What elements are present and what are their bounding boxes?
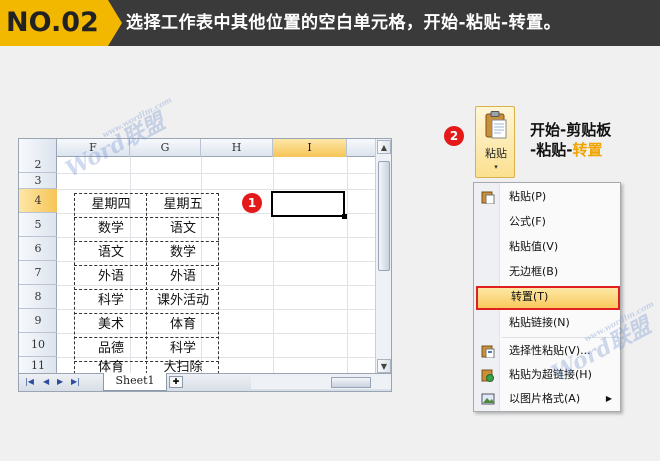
- step-badge-2: 2: [444, 126, 464, 146]
- insert-sheet-icon[interactable]: ✚: [169, 376, 183, 388]
- cell-g9[interactable]: 体育: [147, 313, 219, 337]
- row-header-7[interactable]: 7: [19, 261, 57, 285]
- menu-item-label: 公式(F): [509, 215, 546, 228]
- menu-item-no-borders[interactable]: 无边框(B): [476, 261, 620, 283]
- menu-item-paste-hyperlink[interactable]: 粘贴为超链接(H): [476, 364, 620, 386]
- chevron-down-icon[interactable]: ▾: [476, 163, 516, 171]
- prev-sheet-icon[interactable]: ◀: [43, 377, 49, 386]
- row-headers: 2 3 4 5 6 7 8 9 10 11: [19, 139, 57, 375]
- row-header-10[interactable]: 10: [19, 333, 57, 357]
- cell-g10[interactable]: 科学: [147, 337, 219, 361]
- step-number: NO.02: [0, 0, 108, 46]
- menu-item-label: 转置(T): [511, 290, 549, 303]
- cell-g8[interactable]: 课外活动: [147, 289, 219, 313]
- menu-item-label: 粘贴值(V): [509, 240, 559, 253]
- vertical-scrollbar[interactable]: ▲ ▼: [375, 139, 391, 375]
- paste-hyperlink-icon: [481, 369, 494, 382]
- caption-line-2-prefix: -粘贴-: [530, 141, 573, 159]
- cell-f6[interactable]: 语文: [75, 241, 147, 265]
- horizontal-scroll-thumb[interactable]: [331, 377, 371, 388]
- cell-g5[interactable]: 语文: [147, 217, 219, 241]
- menu-item-label: 无边框(B): [509, 265, 559, 278]
- instruction-caption: 开始-剪贴板 -粘贴-转置: [530, 120, 611, 160]
- horizontal-scrollbar[interactable]: [251, 376, 391, 389]
- cell-g4[interactable]: 星期五: [147, 193, 219, 217]
- cell-g7[interactable]: 外语: [147, 265, 219, 289]
- sheet-tab-sheet1[interactable]: Sheet1: [103, 373, 167, 391]
- menu-item-paste-values[interactable]: 粘贴值(V): [476, 236, 620, 258]
- selected-cell-i4[interactable]: [271, 191, 347, 219]
- paste-button[interactable]: 粘贴 ▾: [475, 106, 515, 178]
- row-header-2[interactable]: 2: [19, 157, 57, 173]
- column-header-h[interactable]: H: [201, 139, 273, 157]
- step-badge-1: 1: [242, 193, 262, 213]
- row-header-9[interactable]: 9: [19, 309, 57, 333]
- menu-item-transpose[interactable]: 转置(T): [476, 286, 620, 310]
- cell-f10[interactable]: 品德: [75, 337, 147, 361]
- gridline: [57, 189, 377, 190]
- menu-item-label: 以图片格式(A): [509, 392, 581, 405]
- row-header-3[interactable]: 3: [19, 173, 57, 189]
- picture-icon: [481, 393, 495, 405]
- fill-handle[interactable]: [342, 214, 347, 219]
- menu-item-paste[interactable]: 粘贴(P): [476, 186, 620, 208]
- row-header-4[interactable]: 4: [19, 189, 57, 213]
- menu-item-label: 粘贴链接(N): [509, 316, 570, 329]
- cell-f4[interactable]: 星期四: [75, 193, 147, 217]
- clipboard-icon: [485, 111, 507, 139]
- row-header-8[interactable]: 8: [19, 285, 57, 309]
- cell-f7[interactable]: 外语: [75, 265, 147, 289]
- scroll-down-icon[interactable]: ▼: [377, 359, 391, 373]
- cell-f5[interactable]: 数学: [75, 217, 147, 241]
- header-banner: NO.02 选择工作表中其他位置的空白单元格，开始-粘贴-转置。: [0, 0, 660, 46]
- submenu-arrow-icon: ▶: [605, 394, 612, 403]
- menu-item-label: 粘贴(P): [509, 190, 547, 203]
- paste-special-icon: [481, 345, 495, 358]
- menu-item-as-picture[interactable]: 以图片格式(A) ▶: [476, 388, 620, 410]
- cell-f9[interactable]: 美术: [75, 313, 147, 337]
- step-number-arrow: [108, 0, 122, 46]
- sheet-tab-bar: |◀ ◀ ▶ ▶| Sheet1 ✚: [19, 373, 391, 391]
- caption-line-2: -粘贴-转置: [530, 140, 611, 160]
- step-title: 选择工作表中其他位置的空白单元格，开始-粘贴-转置。: [126, 13, 562, 33]
- menu-item-formulas[interactable]: 公式(F): [476, 211, 620, 233]
- column-header-i[interactable]: I: [273, 139, 347, 157]
- caption-line-1: 开始-剪贴板: [530, 121, 612, 139]
- paste-button-label: 粘贴: [485, 147, 507, 160]
- first-sheet-icon[interactable]: |◀: [25, 377, 34, 386]
- row-header-6[interactable]: 6: [19, 237, 57, 261]
- gridline: [57, 173, 377, 174]
- cell-f8[interactable]: 科学: [75, 289, 147, 313]
- next-sheet-icon[interactable]: ▶: [57, 377, 63, 386]
- scroll-thumb[interactable]: [378, 161, 390, 271]
- caption-highlight: 转置: [572, 141, 603, 159]
- paste-dropdown-menu: 粘贴(P) 公式(F) 粘贴值(V) 无边框(B) 转置(T) 粘贴链接(N) …: [473, 182, 621, 412]
- scroll-up-icon[interactable]: ▲: [377, 140, 391, 154]
- paste-icon: [481, 191, 495, 204]
- last-sheet-icon[interactable]: ▶|: [71, 377, 80, 386]
- row-header-5[interactable]: 5: [19, 213, 57, 237]
- cell-g6[interactable]: 数学: [147, 241, 219, 265]
